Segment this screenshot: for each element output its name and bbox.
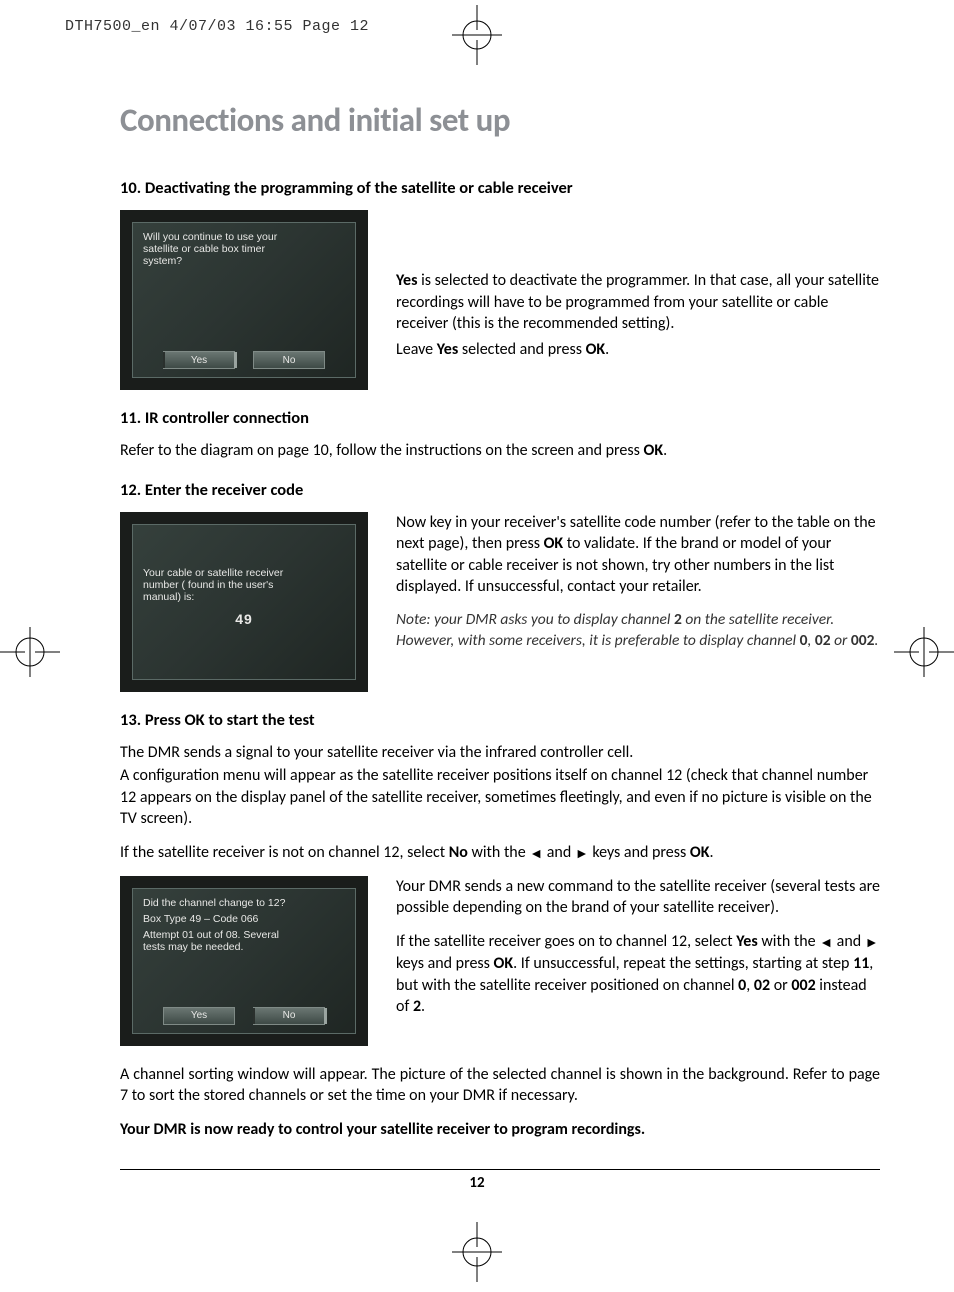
sec12-note: Note: your DMR asks you to display chann… — [396, 610, 880, 652]
sec10-para2: Leave Yes selected and press OK. — [396, 339, 880, 361]
screenshot-timer-prompt: Will you continue to use your satellite … — [120, 210, 368, 390]
sec12-para1: Now key in your receiver's satellite cod… — [396, 512, 880, 598]
section-11-heading: 11. IR controller connection — [120, 408, 880, 428]
cropmark-left — [0, 622, 60, 682]
cropmark-right — [894, 622, 954, 682]
tv-yes-button-2: Yes — [163, 1007, 235, 1025]
screenshot-receiver-code: Your cable or satellite receiver number … — [120, 512, 368, 692]
tv-code-value: 49 — [133, 611, 355, 627]
section-12-heading: 12. Enter the receiver code — [120, 480, 880, 500]
tv-test-line1: Did the channel change to 12? — [133, 889, 355, 911]
tv-question-text: Will you continue to use your satellite … — [133, 223, 355, 275]
left-arrow-icon: ◄ — [529, 845, 543, 864]
sec13-p5: If the satellite receiver goes on to cha… — [396, 931, 880, 1018]
cropmark-bottom — [447, 1222, 507, 1282]
section-10-heading: 10. Deactivating the programming of the … — [120, 178, 880, 198]
tv-yes-button: Yes — [163, 351, 235, 369]
page-number: 12 — [0, 1174, 954, 1192]
tv-test-line2: Box Type 49 – Code 066 — [133, 911, 355, 927]
sec13-p6: A channel sorting window will appear. Th… — [120, 1064, 880, 1107]
tv-test-line3: Attempt 01 out of 08. Several tests may … — [133, 927, 355, 961]
screenshot-channel-test: Did the channel change to 12? Box Type 4… — [120, 876, 368, 1046]
tv-code-label: Your cable or satellite receiver number … — [133, 567, 355, 611]
page-title: Connections and initial set up — [120, 100, 880, 140]
cropmark-top — [447, 5, 507, 65]
tv-no-button-2: No — [253, 1007, 325, 1025]
sec13-p1: The DMR sends a signal to your satellite… — [120, 742, 880, 764]
print-header: DTH7500_en 4/07/03 16:55 Page 12 — [65, 18, 369, 35]
sec13-p2: A configuration menu will appear as the … — [120, 765, 880, 830]
footer-rule — [120, 1169, 880, 1170]
sec13-p4: Your DMR sends a new command to the sate… — [396, 876, 880, 919]
sec13-p7: Your DMR is now ready to control your sa… — [120, 1119, 880, 1141]
right-arrow-icon: ► — [575, 845, 589, 864]
sec10-para1: Yes is selected to deactivate the progra… — [396, 270, 880, 335]
right-arrow-icon-2: ► — [865, 934, 879, 953]
sec13-p3: If the satellite receiver is not on chan… — [120, 842, 880, 864]
section-13-heading: 13. Press OK to start the test — [120, 710, 880, 730]
tv-no-button: No — [253, 351, 325, 369]
sec11-para: Refer to the diagram on page 10, follow … — [120, 440, 880, 462]
left-arrow-icon-2: ◄ — [819, 934, 833, 953]
